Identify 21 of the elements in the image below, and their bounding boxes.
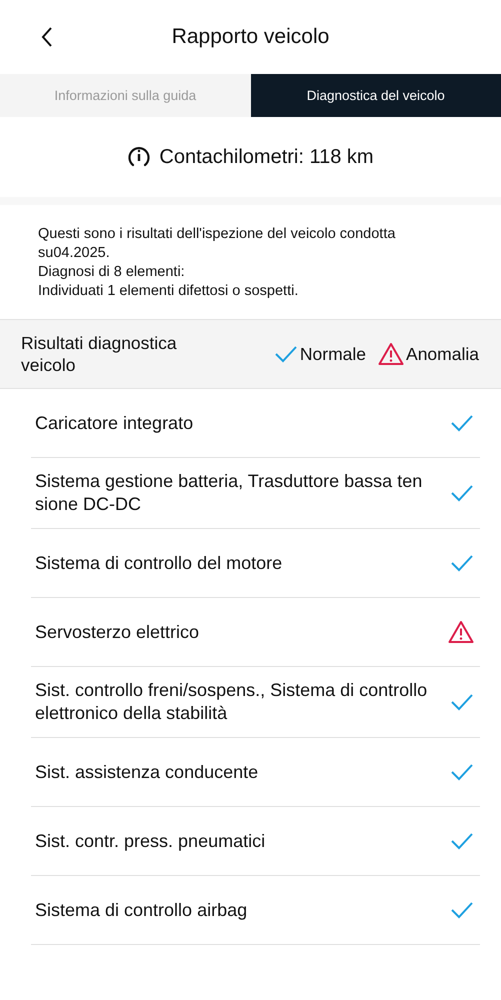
summary-text: Questi sono i risultati dell'ispezione del veicolo condotta su04.2025.	[38, 225, 396, 263]
gauge-icon	[127, 146, 152, 168]
result-name: Sist. assistenza conducente	[35, 760, 260, 784]
result-name: Sistema gestione batteria, Trasduttore bassa tensione DC-DC	[35, 470, 424, 516]
odometer-reading: Contachilometri: 118 km	[159, 146, 374, 168]
warning-icon	[378, 342, 404, 366]
summary-text: Diagnosi di 8 elementi:	[38, 263, 186, 282]
result-name: Sistema di controllo del motore	[35, 552, 284, 574]
result-name: Sist. contr. press. pneumatici	[35, 830, 266, 852]
back-icon[interactable]	[40, 26, 54, 48]
summary-text: Individuati 1 elementi difettosi o sospetti.	[38, 282, 300, 301]
result-name: Caricatore integrato	[35, 412, 194, 434]
tab[interactable]: Diagnostica del veicolo	[250, 74, 501, 117]
check-icon	[274, 344, 298, 364]
result-name: Sistema di controllo airbag	[35, 898, 248, 922]
result-name: Sist. controllo freni/sospens., Sistema di controllo elettronico della stabilità	[35, 679, 428, 725]
legend-label: Normale	[300, 344, 366, 364]
result-name: Servosterzo elettrico	[35, 620, 200, 644]
legend-title: Risultati diagnostica veicolo	[21, 332, 178, 376]
legend-label: Anomalia	[406, 344, 479, 364]
page-title: Rapporto veicolo	[172, 25, 330, 49]
